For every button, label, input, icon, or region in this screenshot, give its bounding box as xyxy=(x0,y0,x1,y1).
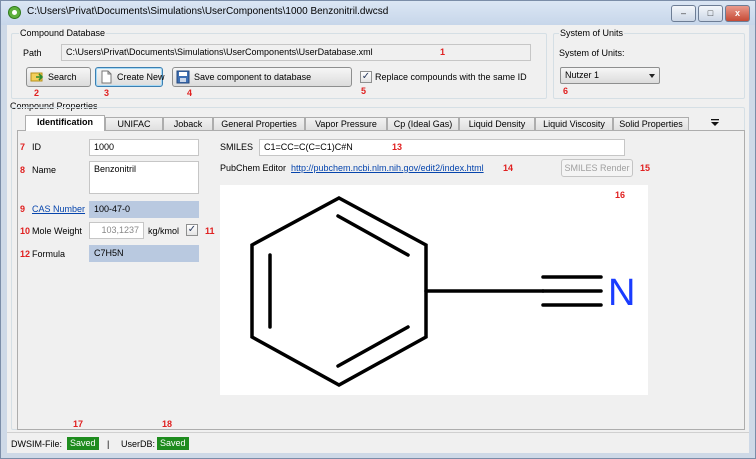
annotation-8: 8 xyxy=(20,165,26,175)
molecule-structure: N xyxy=(250,196,635,387)
formula-label: Formula xyxy=(32,249,66,259)
smiles-field[interactable]: C1=CC=C(C=C1)C#N xyxy=(259,139,625,156)
annotation-15: 15 xyxy=(640,163,651,173)
annotation-4: 4 xyxy=(187,88,193,98)
status-separator: | xyxy=(107,439,110,449)
properties-tab-bar: Identification UNIFAC Joback General Pro… xyxy=(17,115,745,131)
mole-weight-label: Mole Weight xyxy=(32,226,82,236)
nitrogen-atom-label: N xyxy=(608,272,635,314)
client-area: Compound Database Path C:\Users\Privat\D… xyxy=(7,25,749,453)
annotation-17: 17 xyxy=(73,419,84,429)
annotation-12: 12 xyxy=(20,249,31,259)
name-field[interactable]: Benzonitril xyxy=(89,161,199,194)
save-to-database-button[interactable]: Save component to database xyxy=(172,67,352,87)
cas-number-link[interactable]: CAS Number xyxy=(32,204,85,214)
status-bar: DWSIM-File: Saved | UserDB: Saved xyxy=(7,432,749,453)
compound-database-group xyxy=(11,33,547,99)
mole-weight-field[interactable]: 103,1237 xyxy=(89,222,144,239)
title-bar: C:\Users\Privat\Documents\Simulations\Us… xyxy=(1,1,755,25)
compound-database-label: Compound Database xyxy=(19,28,107,38)
annotation-14: 14 xyxy=(503,163,514,173)
main-window: C:\Users\Privat\Documents\Simulations\Us… xyxy=(0,0,756,459)
mole-weight-checkbox[interactable]: ✓ xyxy=(186,224,198,236)
tab-liquid-viscosity[interactable]: Liquid Viscosity xyxy=(535,117,613,130)
app-icon xyxy=(8,6,21,19)
tab-overflow-button[interactable] xyxy=(709,117,721,129)
name-label: Name xyxy=(32,165,57,175)
search-button[interactable]: Search xyxy=(26,67,91,87)
tab-liquid-density[interactable]: Liquid Density xyxy=(459,117,535,130)
tab-solid-properties[interactable]: Solid Properties xyxy=(613,117,689,130)
replace-compounds-label: Replace compounds with the same ID xyxy=(375,72,527,82)
tab-unifac[interactable]: UNIFAC xyxy=(105,117,163,130)
annotation-16: 16 xyxy=(615,190,626,200)
annotation-2: 2 xyxy=(34,88,40,98)
chevron-down-icon xyxy=(649,74,655,78)
chevron-down-icon xyxy=(711,119,719,126)
dwsim-file-label: DWSIM-File: xyxy=(11,439,62,449)
tab-identification[interactable]: Identification xyxy=(25,115,105,131)
tab-general-properties[interactable]: General Properties xyxy=(213,117,305,130)
search-icon xyxy=(30,70,44,84)
annotation-13: 13 xyxy=(392,142,403,152)
smiles-render-button[interactable]: SMILES Render xyxy=(561,159,633,177)
create-new-button-label: Create New xyxy=(117,72,165,82)
tab-joback[interactable]: Joback xyxy=(163,117,213,130)
id-label: ID xyxy=(32,142,41,152)
cas-number-field[interactable]: 100-47-0 xyxy=(89,201,199,218)
mole-weight-unit: kg/kmol xyxy=(148,226,180,236)
annotation-9: 9 xyxy=(20,204,26,214)
tab-vapor-pressure[interactable]: Vapor Pressure xyxy=(305,117,387,130)
maximize-button[interactable]: □ xyxy=(698,5,723,22)
annotation-7: 7 xyxy=(20,142,26,152)
annotation-3: 3 xyxy=(104,88,110,98)
userdb-status-badge: Saved xyxy=(157,437,189,450)
save-icon xyxy=(176,70,190,84)
path-field[interactable]: C:\Users\Privat\Documents\Simulations\Us… xyxy=(61,44,531,61)
replace-compounds-checkbox[interactable]: ✓ xyxy=(360,71,372,83)
annotation-18: 18 xyxy=(162,419,173,429)
system-of-units-value: Nutzer 1 xyxy=(565,70,600,80)
annotation-6: 6 xyxy=(563,86,569,96)
id-field[interactable]: 1000 xyxy=(89,139,199,156)
structure-image: N 16 xyxy=(220,185,648,395)
dwsim-file-status-badge: Saved xyxy=(67,437,99,450)
window-title: C:\Users\Privat\Documents\Simulations\Us… xyxy=(27,6,389,17)
annotation-5: 5 xyxy=(361,86,367,96)
userdb-label: UserDB: xyxy=(121,439,156,449)
annotation-10: 10 xyxy=(20,226,31,236)
search-button-label: Search xyxy=(48,72,77,82)
system-of-units-group xyxy=(553,33,745,99)
close-button[interactable]: x xyxy=(725,5,750,22)
smiles-label: SMILES xyxy=(220,142,254,152)
tab-cp-ideal-gas[interactable]: Cp (Ideal Gas) xyxy=(387,117,459,130)
create-new-button[interactable]: Create New xyxy=(95,67,165,87)
formula-field[interactable]: C7H5N xyxy=(89,245,199,262)
path-label: Path xyxy=(23,48,42,58)
pubchem-editor-link[interactable]: http://pubchem.ncbi.nlm.nih.gov/edit2/in… xyxy=(291,163,484,173)
new-document-icon xyxy=(99,70,113,84)
system-of-units-dropdown[interactable]: Nutzer 1 xyxy=(560,67,660,84)
annotation-11: 11 xyxy=(205,226,215,236)
system-of-units-label: System of Units: xyxy=(559,48,625,58)
system-of-units-group-label: System of Units xyxy=(559,28,625,38)
annotation-1: 1 xyxy=(440,47,446,57)
save-button-label: Save component to database xyxy=(194,72,312,82)
minimize-button[interactable]: – xyxy=(671,5,696,22)
pubchem-editor-label: PubChem Editor xyxy=(220,163,287,173)
